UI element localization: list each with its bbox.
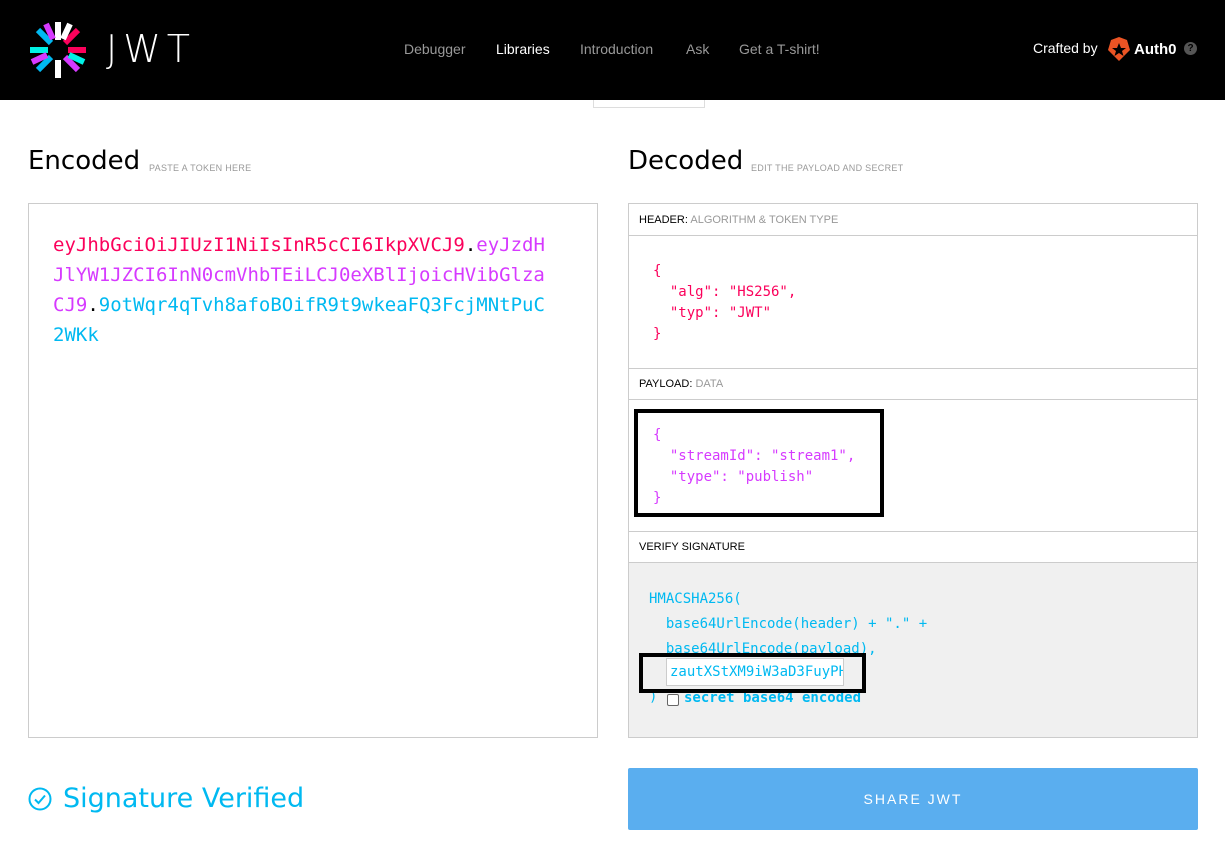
decoded-title: Decoded bbox=[628, 146, 744, 176]
token-dot: . bbox=[87, 294, 99, 316]
nav-libraries[interactable]: Libraries bbox=[496, 41, 550, 57]
base64-checkbox[interactable] bbox=[667, 694, 679, 706]
nav-introduction[interactable]: Introduction bbox=[580, 41, 653, 57]
check-circle-icon bbox=[28, 787, 52, 811]
encoded-subtitle: PASTE A TOKEN HERE bbox=[149, 163, 252, 173]
nav-ask[interactable]: Ask bbox=[686, 41, 709, 57]
token-text[interactable]: eyJhbGciOiJIUzI1NiIsInR5cCI6IkpXVCJ9.eyJ… bbox=[53, 230, 553, 350]
verify-section-label: VERIFY SIGNATURE bbox=[629, 531, 1197, 563]
share-jwt-button[interactable]: SHARE JWT bbox=[628, 768, 1198, 830]
help-icon[interactable]: ? bbox=[1184, 42, 1197, 55]
payload-sublabel: DATA bbox=[695, 378, 724, 390]
header-section-label: HEADER: ALGORITHM & TOKEN TYPE bbox=[629, 204, 1197, 236]
payload-section-label: PAYLOAD: DATA bbox=[629, 368, 1197, 400]
decoded-subtitle: EDIT THE PAYLOAD AND SECRET bbox=[751, 163, 904, 173]
encoded-token-editor[interactable]: eyJhbGciOiJIUzI1NiIsInR5cCI6IkpXVCJ9.eyJ… bbox=[28, 203, 598, 738]
verify-signature-area: HMACSHA256( base64UrlEncode(header) + ".… bbox=[629, 563, 1197, 737]
libraries-dropdown-tab bbox=[593, 100, 705, 108]
header-sublabel: ALGORITHM & TOKEN TYPE bbox=[690, 214, 839, 226]
nav-get-tshirt[interactable]: Get a T-shirt! bbox=[739, 41, 820, 57]
encoded-title: Encoded bbox=[28, 146, 141, 176]
header-json-editor[interactable]: { "alg": "HS256", "typ": "JWT" } bbox=[653, 261, 796, 345]
crafted-by-label: Crafted by bbox=[1033, 40, 1098, 56]
token-signature-part: 9otWqr4qTvh8afoBOifR9t9wkeaFQ3FcjMNtPuC2… bbox=[53, 294, 545, 346]
verify-code: HMACSHA256( base64UrlEncode(header) + ".… bbox=[649, 591, 928, 657]
signature-verified-text: Signature Verified bbox=[63, 783, 305, 814]
token-dot: . bbox=[464, 234, 477, 256]
header-label: HEADER: bbox=[639, 214, 688, 226]
secret-highlight-box bbox=[639, 653, 866, 693]
nav-debugger[interactable]: Debugger bbox=[404, 41, 466, 57]
signature-status: Signature Verified bbox=[28, 783, 348, 819]
payload-label: PAYLOAD: bbox=[639, 378, 693, 390]
token-header-part: eyJhbGciOiJIUzI1NiIsInR5cCI6IkpXVCJ9 bbox=[53, 234, 465, 256]
auth0-shield-icon[interactable] bbox=[1107, 36, 1131, 62]
auth0-link[interactable]: Auth0 bbox=[1134, 41, 1177, 58]
top-bar: JWT Debugger Libraries Introduction Ask … bbox=[0, 0, 1225, 100]
payload-highlight-box bbox=[634, 409, 884, 517]
